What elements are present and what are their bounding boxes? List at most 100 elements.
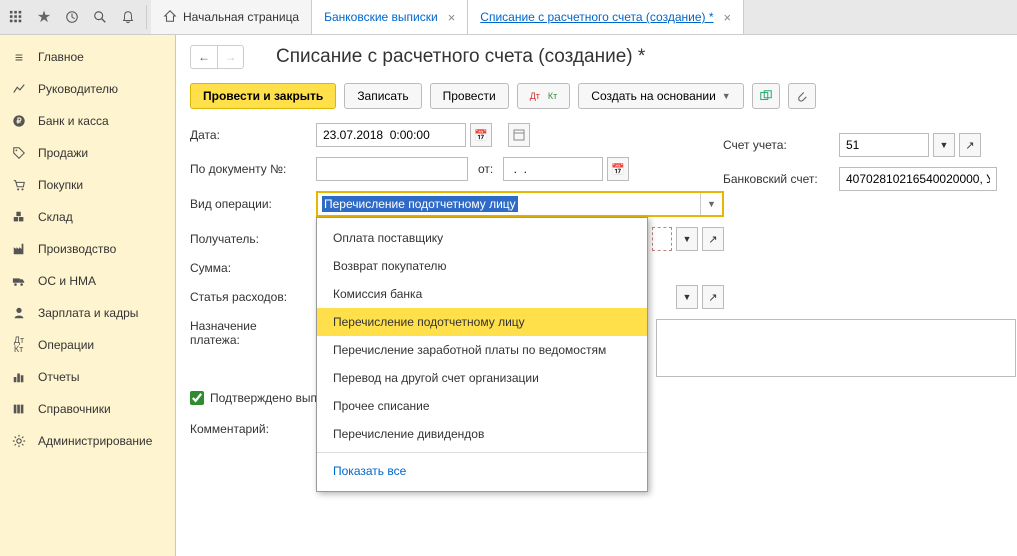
sidebar-item-main[interactable]: ≡Главное (0, 41, 175, 73)
truck-icon (10, 272, 28, 290)
create-based-button[interactable]: Создать на основании ▼ (578, 83, 743, 109)
sidebar-item-assets[interactable]: ОС и НМА (0, 265, 175, 297)
dropdown-item[interactable]: Перечисление подотчетному лицу (317, 308, 647, 336)
post-button[interactable]: Провести (430, 83, 509, 109)
sidebar-item-manager[interactable]: Руководителю (0, 73, 175, 105)
home-icon (163, 9, 177, 26)
optype-select[interactable]: Перечисление подотчетному лицу ▼ Оплата … (316, 191, 724, 217)
sidebar-item-salary[interactable]: Зарплата и кадры (0, 297, 175, 329)
tag-icon (10, 144, 28, 162)
docnum-label: По документу №: (190, 162, 306, 176)
sidebar-item-label: Зарплата и кадры (38, 306, 138, 320)
sidebar-item-label: Банк и касса (38, 114, 109, 128)
tab-label: Банковские выписки (324, 10, 438, 24)
open-icon[interactable]: ↗ (702, 285, 724, 309)
sum-label: Сумма: (190, 261, 306, 275)
chevron-down-icon[interactable]: ▼ (676, 285, 698, 309)
open-icon[interactable]: ↗ (702, 227, 724, 251)
sidebar: ≡Главное Руководителю ₽ Банк и касса Прод… (0, 35, 176, 556)
extra-button[interactable] (508, 123, 530, 147)
sidebar-item-reports[interactable]: Отчеты (0, 361, 175, 393)
sidebar-item-refs[interactable]: Справочники (0, 393, 175, 425)
recipient-label: Получатель: (190, 232, 306, 246)
nav-forward-button[interactable]: → (217, 46, 243, 68)
svg-text:₽: ₽ (16, 117, 21, 126)
dropdown-item[interactable]: Оплата поставщику (317, 224, 647, 252)
sidebar-item-purchases[interactable]: Покупки (0, 169, 175, 201)
purpose-label: Назначение платежа: (190, 319, 306, 347)
bankacct-label: Банковский счет: (723, 172, 831, 186)
from-date-input[interactable] (503, 157, 603, 181)
confirmed-checkbox[interactable] (190, 391, 204, 405)
calendar-icon[interactable]: 📅 (470, 123, 492, 147)
page-title: Списание с расчетного счета (создание) * (276, 46, 645, 68)
optype-label: Вид операции: (190, 197, 306, 211)
show-all-link[interactable]: Показать все (317, 457, 647, 485)
gear-icon (10, 432, 28, 450)
search-icon[interactable] (86, 3, 114, 31)
sidebar-item-bank[interactable]: ₽ Банк и касса (0, 105, 175, 137)
star-icon[interactable]: ★ (30, 3, 58, 31)
dtkt-button[interactable]: ДтКт (517, 83, 571, 109)
menu-icon: ≡ (10, 48, 28, 66)
bell-icon[interactable] (114, 3, 142, 31)
tab-label: Списание с расчетного счета (создание) * (480, 10, 713, 24)
post-and-close-button[interactable]: Провести и закрыть (190, 83, 336, 109)
link-button[interactable] (752, 83, 780, 109)
comment-label: Комментарий: (190, 422, 306, 436)
save-button[interactable]: Записать (344, 83, 421, 109)
close-icon[interactable]: × (724, 10, 732, 25)
sidebar-item-label: Операции (38, 338, 94, 352)
dropdown-item[interactable]: Перечисление заработной платы по ведомос… (317, 336, 647, 364)
chevron-down-icon: ▼ (722, 91, 731, 101)
sidebar-item-admin[interactable]: Администрирование (0, 425, 175, 457)
tabs-strip: Начальная страница Банковские выписки × … (151, 0, 744, 34)
sidebar-item-sales[interactable]: Продажи (0, 137, 175, 169)
calendar-icon[interactable]: 📅 (607, 157, 629, 181)
attach-button[interactable] (788, 83, 816, 109)
top-toolbar: ★ Начальная страница Банковские выписки … (0, 0, 1017, 35)
bars-icon (10, 368, 28, 386)
chevron-down-icon[interactable]: ▼ (700, 193, 722, 215)
nav-arrows: ← → (190, 45, 244, 69)
chevron-down-icon[interactable]: ▼ (933, 133, 955, 157)
sidebar-item-label: ОС и НМА (38, 274, 96, 288)
sidebar-item-warehouse[interactable]: Склад (0, 201, 175, 233)
sidebar-item-label: Склад (38, 210, 73, 224)
date-input[interactable] (316, 123, 466, 147)
tab-writeoff[interactable]: Списание с расчетного счета (создание) *… (468, 0, 744, 34)
open-icon[interactable]: ↗ (959, 133, 981, 157)
sidebar-item-label: Отчеты (38, 370, 79, 384)
from-label: от: (478, 162, 493, 176)
account-input[interactable] (839, 133, 929, 157)
create-based-label: Создать на основании (591, 89, 716, 103)
sidebar-item-operations[interactable]: ДтКтОперации (0, 329, 175, 361)
history-icon[interactable] (58, 3, 86, 31)
separator (317, 452, 647, 453)
chevron-down-icon[interactable]: ▼ (676, 227, 698, 251)
right-column: Счет учета: ▼ ↗ Банковский счет: (723, 133, 1003, 201)
sidebar-item-label: Производство (38, 242, 116, 256)
ruble-icon: ₽ (10, 112, 28, 130)
sidebar-item-label: Справочники (38, 402, 111, 416)
boxes-icon (10, 208, 28, 226)
purpose-textarea[interactable] (656, 319, 1016, 377)
dropdown-item[interactable]: Прочее списание (317, 392, 647, 420)
dropdown-item[interactable]: Перевод на другой счет организации (317, 364, 647, 392)
dropdown-item[interactable]: Перечисление дивидендов (317, 420, 647, 448)
tab-bank-statements[interactable]: Банковские выписки × (312, 0, 468, 34)
person-icon (10, 304, 28, 322)
sidebar-item-label: Администрирование (38, 434, 152, 448)
bankacct-input[interactable] (839, 167, 997, 191)
separator (146, 5, 147, 29)
tab-home[interactable]: Начальная страница (151, 0, 312, 34)
sidebar-item-production[interactable]: Производство (0, 233, 175, 265)
books-icon (10, 400, 28, 418)
dropdown-item[interactable]: Возврат покупателю (317, 252, 647, 280)
docnum-input[interactable] (316, 157, 468, 181)
recipient-hint (652, 227, 672, 251)
close-icon[interactable]: × (448, 10, 456, 25)
dropdown-item[interactable]: Комиссия банка (317, 280, 647, 308)
apps-icon[interactable] (2, 3, 30, 31)
nav-back-button[interactable]: ← (191, 46, 217, 68)
